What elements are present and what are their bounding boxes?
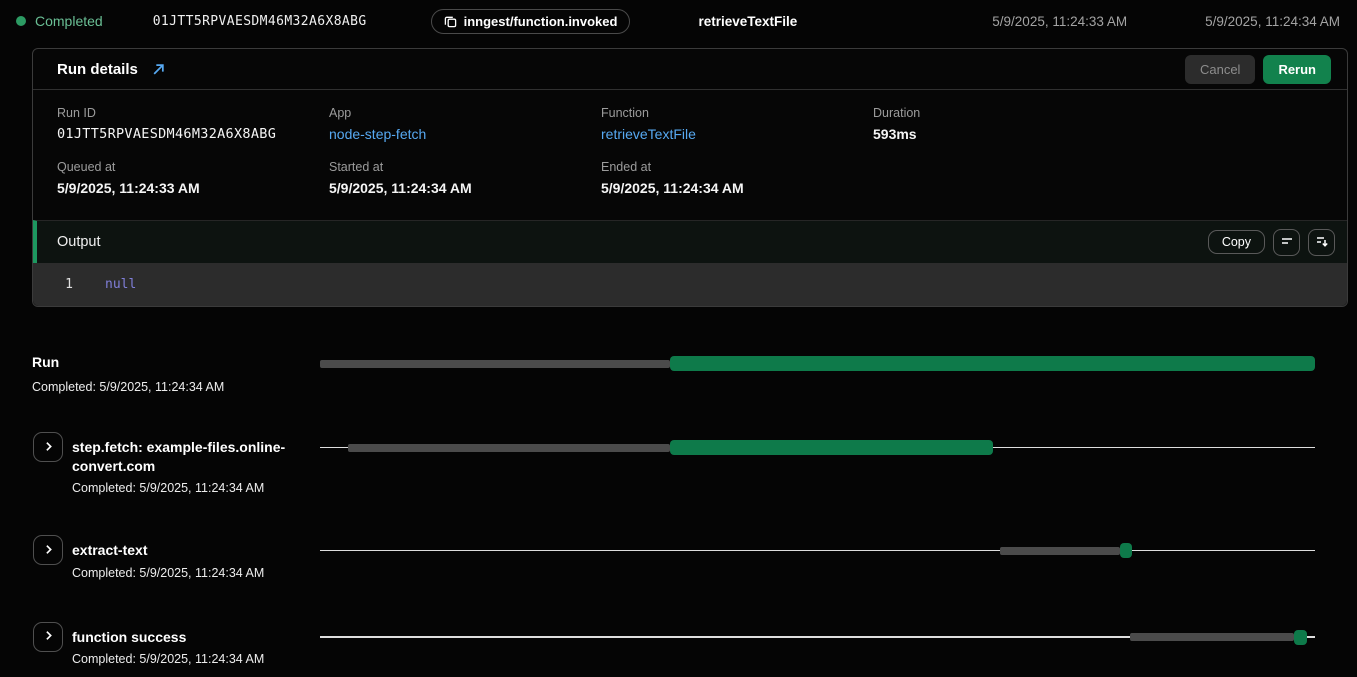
code-line-number: 1: [33, 277, 105, 292]
field-value-ended-at: 5/9/2025, 11:24:34 AM: [601, 180, 873, 196]
timeline-bar: [320, 348, 1315, 379]
app-link[interactable]: node-step-fetch: [329, 126, 426, 142]
field-queued-at: Queued at 5/9/2025, 11:24:33 AM: [57, 160, 329, 196]
field-app: App node-step-fetch: [329, 106, 601, 142]
timeline-row-function-success: function success Completed: 5/9/2025, 11…: [0, 622, 1357, 666]
run-details-grid: Run ID 01JTT5RPVAESDM46M32A6X8ABG App no…: [33, 90, 1347, 220]
timeline-row-name: Run: [32, 353, 268, 371]
timeline-bar: [320, 432, 1315, 463]
top-queued-timestamp: 5/9/2025, 11:24:33 AM: [992, 14, 1127, 29]
top-function-name: retrieveTextFile: [698, 14, 797, 29]
timeline-row-name: extract-text: [72, 541, 308, 559]
event-badge[interactable]: inngest/function.invoked: [431, 9, 631, 34]
field-value-queued-at: 5/9/2025, 11:24:33 AM: [57, 180, 329, 196]
field-value-duration: 593ms: [873, 126, 1145, 142]
timeline-row-name: function success: [72, 628, 308, 646]
status-label: Completed: [35, 13, 103, 29]
field-label: Function: [601, 106, 873, 120]
copy-button[interactable]: Copy: [1208, 230, 1265, 254]
timeline-row-completed: Completed: 5/9/2025, 11:24:34 AM: [72, 566, 308, 580]
field-value-started-at: 5/9/2025, 11:24:34 AM: [329, 180, 601, 196]
scroll-to-bottom-icon: [1315, 234, 1329, 251]
run-timeline: Run Completed: 5/9/2025, 11:24:34 AM ste…: [0, 353, 1357, 666]
field-label: Queued at: [57, 160, 329, 174]
field-started-at: Started at 5/9/2025, 11:24:34 AM: [329, 160, 601, 196]
output-section-header: Output Copy: [33, 220, 1347, 263]
timeline-bar: [320, 622, 1315, 653]
chevron-right-icon: [43, 629, 54, 644]
expand-step-button[interactable]: [33, 432, 63, 462]
top-bar: Completed 01JTT5RPVAESDM46M32A6X8ABG inn…: [0, 0, 1357, 42]
field-label: Run ID: [57, 106, 329, 120]
event-badge-label: inngest/function.invoked: [464, 14, 618, 29]
chevron-right-icon: [43, 440, 54, 455]
code-content: null: [105, 277, 136, 292]
field-ended-at: Ended at 5/9/2025, 11:24:34 AM: [601, 160, 873, 196]
timeline-row-step-fetch: step.fetch: example-files.online-convert…: [0, 432, 1357, 495]
timeline-row-completed: Completed: 5/9/2025, 11:24:34 AM: [72, 481, 308, 495]
status-dot-icon: [16, 16, 26, 26]
field-label: Ended at: [601, 160, 873, 174]
copy-icon: [444, 15, 457, 28]
expand-step-button[interactable]: [33, 535, 63, 565]
timeline-row-completed: Completed: 5/9/2025, 11:24:34 AM: [72, 652, 308, 666]
chevron-right-icon: [43, 543, 54, 558]
align-left-icon: [1280, 234, 1294, 251]
top-run-id: 01JTT5RPVAESDM46M32A6X8ABG: [153, 14, 367, 29]
panel-title: Run details: [57, 61, 138, 78]
arrow-up-right-icon[interactable]: [152, 63, 165, 76]
function-link[interactable]: retrieveTextFile: [601, 126, 696, 142]
timeline-bar: [320, 535, 1315, 566]
output-code-block: 1 null: [33, 263, 1347, 306]
field-label: Duration: [873, 106, 1145, 120]
expand-step-button[interactable]: [33, 622, 63, 652]
field-function: Function retrieveTextFile: [601, 106, 873, 142]
timeline-row-extract-text: extract-text Completed: 5/9/2025, 11:24:…: [0, 535, 1357, 579]
wrap-text-button[interactable]: [1273, 229, 1300, 256]
run-details-header: Run details Cancel Rerun: [33, 49, 1347, 90]
top-started-timestamp: 5/9/2025, 11:24:34 AM: [1205, 14, 1340, 29]
field-value-run-id: 01JTT5RPVAESDM46M32A6X8ABG: [57, 126, 329, 142]
field-run-id: Run ID 01JTT5RPVAESDM46M32A6X8ABG: [57, 106, 329, 142]
field-label: App: [329, 106, 601, 120]
timeline-row-completed: Completed: 5/9/2025, 11:24:34 AM: [32, 380, 268, 394]
timeline-row-run: Run Completed: 5/9/2025, 11:24:34 AM: [0, 353, 1357, 394]
field-label: Started at: [329, 160, 601, 174]
run-details-panel: Run details Cancel Rerun Run ID 01JTT5RP…: [32, 48, 1348, 307]
field-duration: Duration 593ms: [873, 106, 1145, 142]
timeline-row-name: step.fetch: example-files.online-convert…: [72, 438, 308, 475]
rerun-button[interactable]: Rerun: [1263, 55, 1331, 84]
output-title: Output: [57, 234, 101, 250]
cancel-button[interactable]: Cancel: [1185, 55, 1255, 84]
scroll-to-bottom-button[interactable]: [1308, 229, 1335, 256]
run-status: Completed: [16, 13, 103, 29]
